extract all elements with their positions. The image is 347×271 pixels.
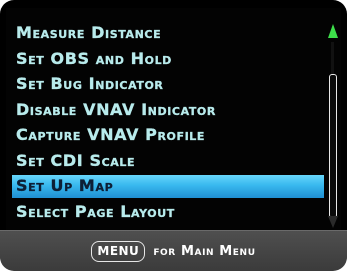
page-menu-list: Measure Distance Set OBS and Hold Set Bu… — [12, 20, 324, 225]
menu-item-disable-vnav-indicator[interactable]: Disable VNAV Indicator — [14, 97, 322, 123]
footer-bar: MENU for Main Menu — [0, 230, 347, 271]
menu-item-set-cdi-scale[interactable]: Set CDI Scale — [14, 148, 322, 174]
scroll-down-arrow-icon[interactable] — [328, 216, 338, 228]
scroll-thumb[interactable] — [329, 74, 337, 218]
menu-item-capture-vnav-profile[interactable]: Capture VNAV Profile — [14, 122, 322, 148]
footer-hint-text: for Main Menu — [153, 243, 256, 259]
menu-item-set-up-map[interactable]: Set Up Map — [12, 173, 324, 199]
menu-item-set-bug-indicator[interactable]: Set Bug Indicator — [14, 71, 322, 97]
scroll-up-arrow-icon[interactable] — [328, 24, 338, 38]
menu-key-button[interactable]: MENU — [91, 240, 146, 262]
page-menu-screen: Measure Distance Set OBS and Hold Set Bu… — [6, 8, 341, 230]
menu-item-measure-distance[interactable]: Measure Distance — [14, 20, 322, 46]
menu-item-set-obs-and-hold[interactable]: Set OBS and Hold — [14, 46, 322, 72]
menu-item-select-page-layout[interactable]: Select Page Layout — [14, 199, 322, 225]
menu-scrollbar[interactable] — [328, 24, 338, 228]
device-bezel: Measure Distance Set OBS and Hold Set Bu… — [0, 0, 347, 271]
